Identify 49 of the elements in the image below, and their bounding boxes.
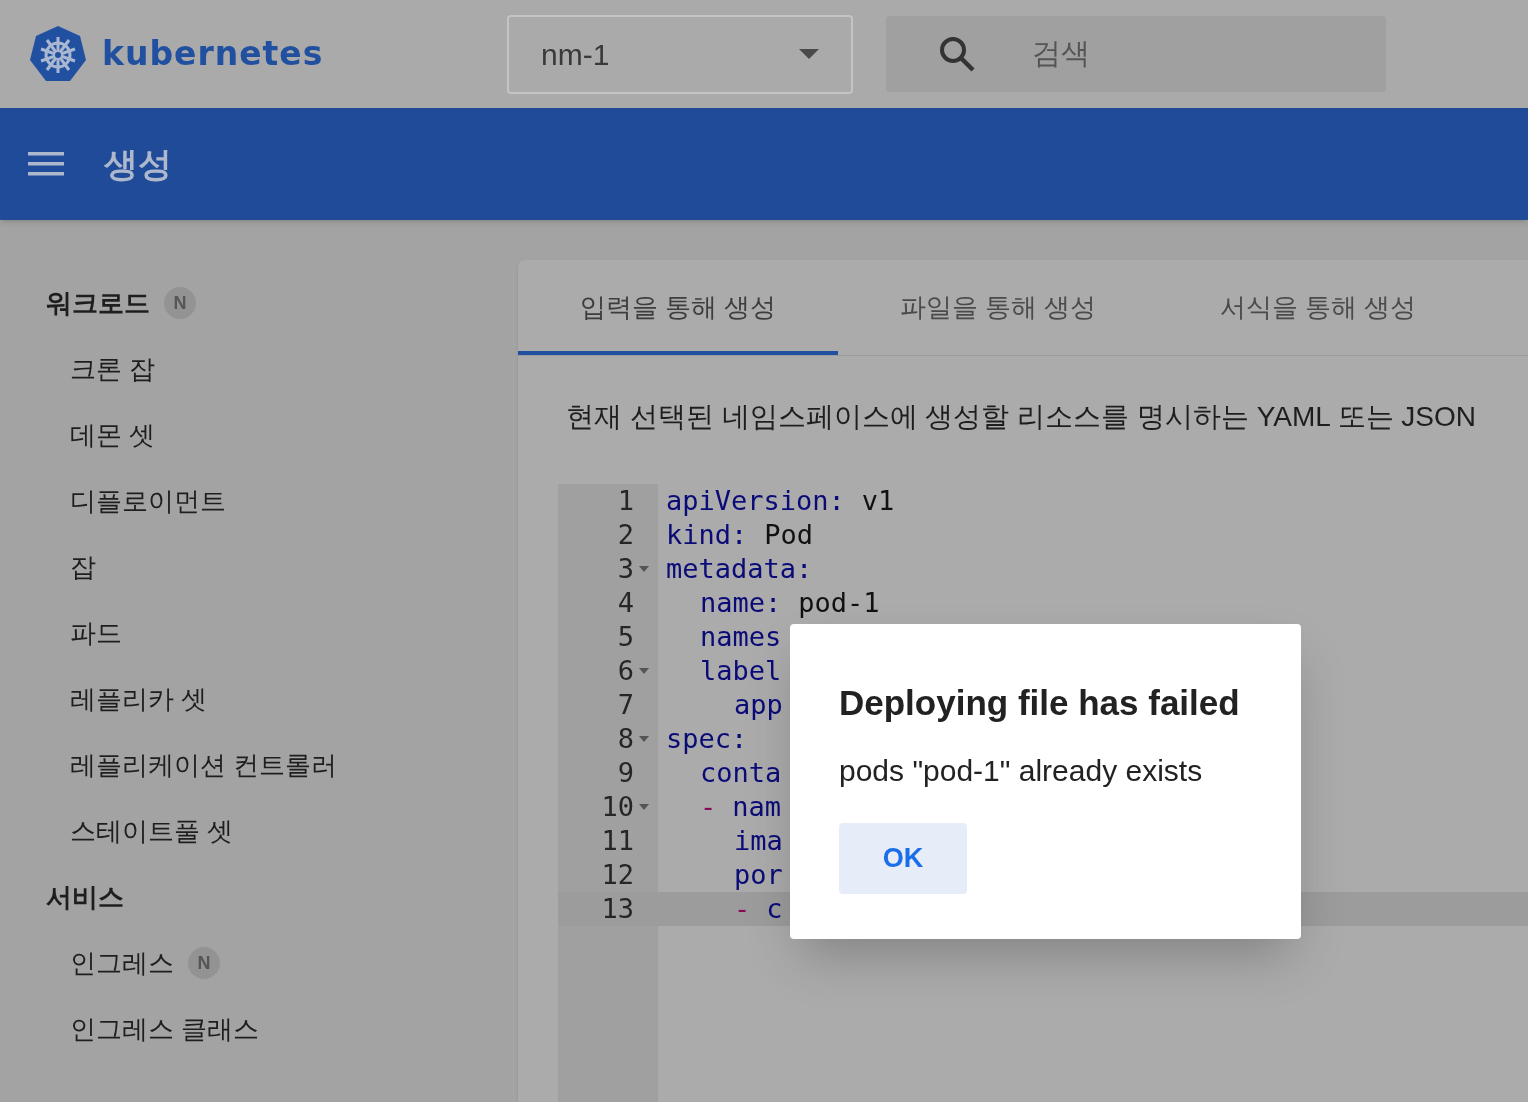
line-number: 6 xyxy=(617,653,634,688)
search-icon xyxy=(938,35,976,73)
sidebar-item[interactable]: 스테이트풀 셋 xyxy=(70,811,234,851)
tab[interactable]: 파일을 통해 생성 xyxy=(838,260,1158,355)
fold-caret-icon[interactable] xyxy=(638,803,650,811)
sidebar-item[interactable]: 파드 xyxy=(70,613,122,653)
line-number: 1 xyxy=(617,483,634,518)
sidebar-section[interactable]: 워크로드 xyxy=(46,283,150,323)
kubernetes-logo-icon xyxy=(28,24,88,84)
sidebar-item[interactable]: 인그레스 xyxy=(70,943,174,983)
sidebar-item[interactable]: 레플리케이션 컨트롤러 xyxy=(70,745,338,785)
fold-caret-icon[interactable] xyxy=(638,667,650,675)
sidebar-item[interactable]: 데몬 셋 xyxy=(70,415,156,455)
tab[interactable]: 서식을 통해 생성 xyxy=(1158,260,1478,355)
page-title: 생성 xyxy=(104,143,172,185)
sidebar-item[interactable]: 인그레스 클래스 xyxy=(70,1009,260,1049)
tab[interactable]: 입력을 통해 생성 xyxy=(518,260,838,355)
yaml-value: v1 xyxy=(861,483,895,518)
namespace-select[interactable]: nm-1 xyxy=(507,14,853,94)
sidebar-section[interactable]: 서비스 xyxy=(46,877,124,917)
menu-icon[interactable] xyxy=(28,152,64,176)
dialog-title: Deploying file has failed xyxy=(839,682,1241,724)
new-badge: N xyxy=(188,947,220,979)
dropdown-caret-icon xyxy=(799,49,819,59)
search-field[interactable]: 검색 xyxy=(886,16,1386,92)
search-input[interactable]: 검색 xyxy=(1032,32,1332,76)
sidebar-item[interactable]: 디플로이먼트 xyxy=(70,481,226,521)
namespace-value: nm-1 xyxy=(541,36,610,73)
line-number: 5 xyxy=(617,619,634,654)
fold-caret-icon[interactable] xyxy=(638,735,650,743)
description-text: 현재 선택된 네임스페이스에 생성할 리소스를 명시하는 YAML 또는 JSON xyxy=(566,401,1477,432)
line-number: 7 xyxy=(617,687,634,722)
brand-name: kubernetes xyxy=(102,33,324,76)
line-number: 8 xyxy=(617,721,634,756)
dialog-message: pods "pod-1" already exists xyxy=(839,753,1204,789)
line-number: 3 xyxy=(617,551,634,586)
fold-caret-icon[interactable] xyxy=(638,565,650,573)
new-badge: N xyxy=(164,287,196,319)
line-number: 9 xyxy=(617,755,634,790)
line-number: 11 xyxy=(601,823,634,858)
line-number: 12 xyxy=(601,857,634,892)
line-number: 10 xyxy=(601,789,634,824)
sidebar-item[interactable]: 크론 잡 xyxy=(70,349,156,389)
ok-button[interactable]: OK xyxy=(839,823,967,894)
line-number: 4 xyxy=(617,585,634,620)
line-number: 13 xyxy=(601,891,634,926)
sidebar-item[interactable]: 레플리카 셋 xyxy=(70,679,208,719)
line-number: 2 xyxy=(617,517,634,552)
sidebar-item[interactable]: 잡 xyxy=(70,547,96,587)
